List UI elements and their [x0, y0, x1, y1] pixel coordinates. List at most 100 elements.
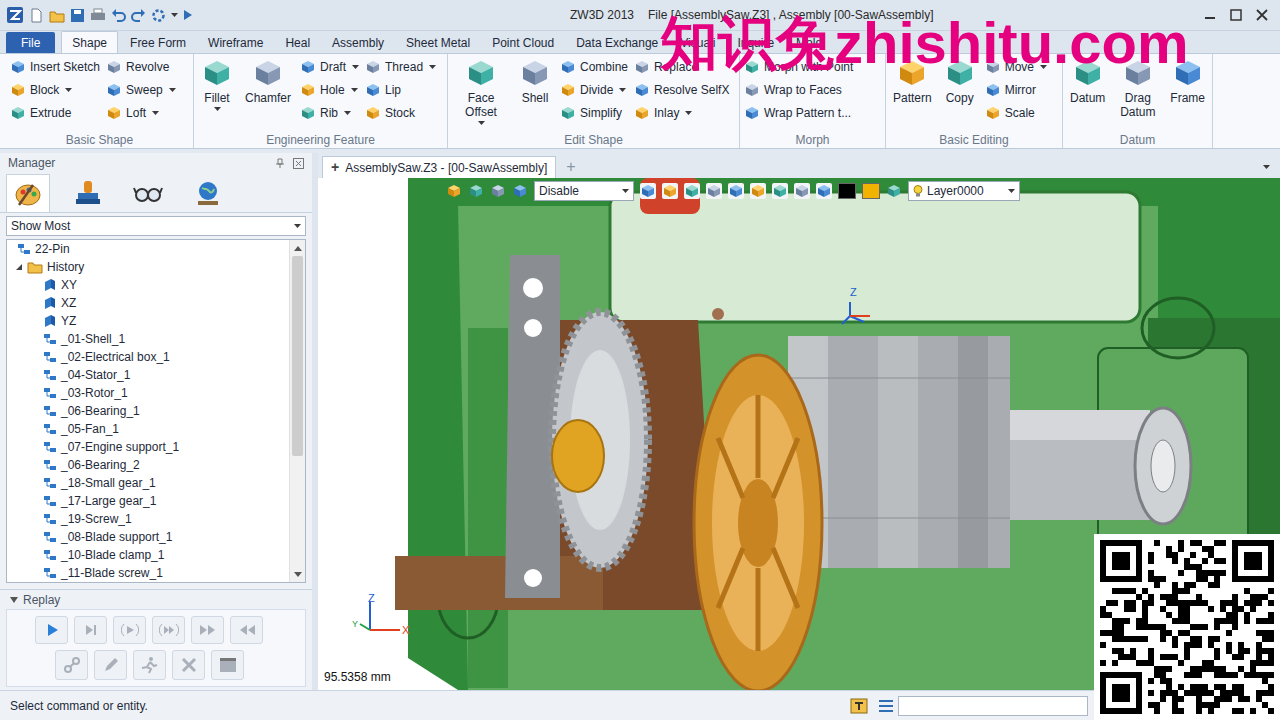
- tree-item[interactable]: _05-Fan_1: [7, 420, 289, 438]
- close-icon[interactable]: [1256, 9, 1268, 21]
- collapse-icon[interactable]: [10, 597, 18, 603]
- scroll-thumb[interactable]: [292, 256, 303, 456]
- scroll-down-icon[interactable]: [290, 566, 305, 582]
- window-icon[interactable]: [211, 650, 244, 680]
- tree-item[interactable]: YZ: [7, 312, 289, 330]
- scroll-up-icon[interactable]: [290, 240, 305, 256]
- view-direction-icon[interactable]: [706, 183, 722, 199]
- color-swatch[interactable]: [838, 183, 856, 199]
- ribbon-small-button[interactable]: Sweep: [106, 80, 176, 100]
- app-logo-icon[interactable]: [6, 6, 24, 24]
- ribbon-small-button[interactable]: Rib: [300, 103, 359, 123]
- print-icon[interactable]: [90, 8, 106, 23]
- manager-tab-palette-icon[interactable]: [6, 174, 50, 212]
- ribbon-tab[interactable]: Wireframe: [198, 32, 273, 53]
- tree-item[interactable]: _08-Blade support_1: [7, 528, 289, 546]
- layer-dropdown[interactable]: Layer0000: [908, 181, 1020, 201]
- new-file-icon[interactable]: [29, 8, 44, 23]
- tree-item[interactable]: _06-Bearing_1: [7, 402, 289, 420]
- undo-icon[interactable]: [111, 8, 126, 23]
- shaded-icon[interactable]: [662, 183, 678, 199]
- ribbon-small-button[interactable]: Scale: [985, 103, 1047, 123]
- tree-item[interactable]: _03-Rotor_1: [7, 384, 289, 402]
- ribbon-small-button[interactable]: Combine: [560, 57, 628, 77]
- maximize-icon[interactable]: [1230, 9, 1242, 21]
- ribbon-small-button[interactable]: Thread: [365, 57, 436, 77]
- open-folder-icon[interactable]: [49, 8, 65, 23]
- ribbon-tab[interactable]: Sheet Metal: [396, 32, 480, 53]
- component-icon[interactable]: [512, 183, 528, 199]
- tree-item[interactable]: _06-Bearing_2: [7, 456, 289, 474]
- save-icon[interactable]: [70, 8, 85, 23]
- step-over-icon[interactable]: [152, 616, 185, 644]
- tree-item[interactable]: 22-Pin: [7, 240, 289, 258]
- document-tab[interactable]: +AssemblySaw.Z3 - [00-SawAssembly]: [322, 156, 556, 178]
- ribbon-large-button[interactable]: Shell: [516, 57, 554, 105]
- ribbon-small-button[interactable]: Divide: [560, 80, 628, 100]
- ribbon-tab[interactable]: Assembly: [322, 32, 394, 53]
- ribbon-small-button[interactable]: Resolve SelfX: [634, 80, 729, 100]
- ribbon-small-button[interactable]: Mirror: [985, 80, 1047, 100]
- ribbon-small-button[interactable]: Wrap Pattern t...: [744, 103, 853, 123]
- tree-item[interactable]: XY: [7, 276, 289, 294]
- pin-icon[interactable]: [275, 158, 285, 168]
- link-icon[interactable]: [55, 650, 88, 680]
- replay-header[interactable]: Replay: [0, 589, 312, 609]
- ribbon-small-button[interactable]: Draft: [300, 57, 359, 77]
- tree-item[interactable]: _10-Blade clamp_1: [7, 546, 289, 564]
- tab-list-arrow-icon[interactable]: [1263, 156, 1280, 178]
- zoom-icon[interactable]: [750, 183, 766, 199]
- tree-item[interactable]: _18-Small gear_1: [7, 474, 289, 492]
- rewind-icon[interactable]: [230, 616, 263, 644]
- ribbon-small-button[interactable]: Block: [10, 80, 100, 100]
- command-input[interactable]: [898, 696, 1088, 716]
- step-icon[interactable]: [113, 616, 146, 644]
- part-icon[interactable]: [490, 183, 506, 199]
- expand-toggle-icon[interactable]: [15, 263, 23, 271]
- regenerate-icon[interactable]: [151, 8, 166, 23]
- ribbon-tab[interactable]: Data Exchange: [566, 32, 668, 53]
- delete-icon[interactable]: [172, 650, 205, 680]
- manager-tab-globe-icon[interactable]: [186, 174, 230, 212]
- ribbon-small-button[interactable]: Insert Sketch: [10, 57, 100, 77]
- tree-item[interactable]: _02-Electrical box_1: [7, 348, 289, 366]
- ribbon-small-button[interactable]: Revolve: [106, 57, 176, 77]
- ribbon-large-button[interactable]: Face Offset: [452, 57, 510, 125]
- manager-tab-stamp-icon[interactable]: [66, 174, 110, 212]
- dropdown-icon[interactable]: [171, 13, 178, 17]
- next-icon[interactable]: [74, 616, 107, 644]
- tree-item[interactable]: _07-Engine support_1: [7, 438, 289, 456]
- filter-icon[interactable]: [446, 183, 462, 199]
- ribbon-tab[interactable]: Heal: [275, 32, 320, 53]
- material-icon[interactable]: [886, 183, 902, 199]
- render-icon[interactable]: [728, 183, 744, 199]
- ribbon-large-button[interactable]: Fillet: [198, 57, 236, 111]
- tree-item[interactable]: _01-Shell_1: [7, 330, 289, 348]
- scrollbar[interactable]: [289, 240, 305, 582]
- tree-item[interactable]: _17-Large gear_1: [7, 492, 289, 510]
- fit-icon[interactable]: [772, 183, 788, 199]
- tree-item[interactable]: _11-Blade screw_1: [7, 564, 289, 582]
- ribbon-small-button[interactable]: Extrude: [10, 103, 100, 123]
- text-mode-icon[interactable]: [850, 698, 868, 714]
- ribbon-small-button[interactable]: Simplify: [560, 103, 628, 123]
- ribbon-small-button[interactable]: Wrap to Faces: [744, 80, 853, 100]
- close-panel-icon[interactable]: [293, 158, 304, 169]
- run-icon[interactable]: [183, 9, 193, 21]
- tree-item[interactable]: XZ: [7, 294, 289, 312]
- play-icon[interactable]: [35, 616, 68, 644]
- ribbon-small-button[interactable]: Stock: [365, 103, 436, 123]
- select-icon[interactable]: [468, 183, 484, 199]
- tree-item[interactable]: History: [7, 258, 289, 276]
- view-cube-icon[interactable]: [640, 183, 656, 199]
- ribbon-large-button[interactable]: Chamfer: [242, 57, 294, 105]
- pencil-icon[interactable]: [94, 650, 127, 680]
- ribbon-small-button[interactable]: Inlay: [634, 103, 729, 123]
- ribbon-tab[interactable]: Point Cloud: [482, 32, 564, 53]
- tree-item[interactable]: _19-Screw_1: [7, 510, 289, 528]
- tree-item[interactable]: _04-Stator_1: [7, 366, 289, 384]
- display-icon[interactable]: [816, 183, 832, 199]
- ribbon-tab[interactable]: Free Form: [120, 32, 196, 53]
- redo-icon[interactable]: [131, 8, 146, 23]
- section-icon[interactable]: [794, 183, 810, 199]
